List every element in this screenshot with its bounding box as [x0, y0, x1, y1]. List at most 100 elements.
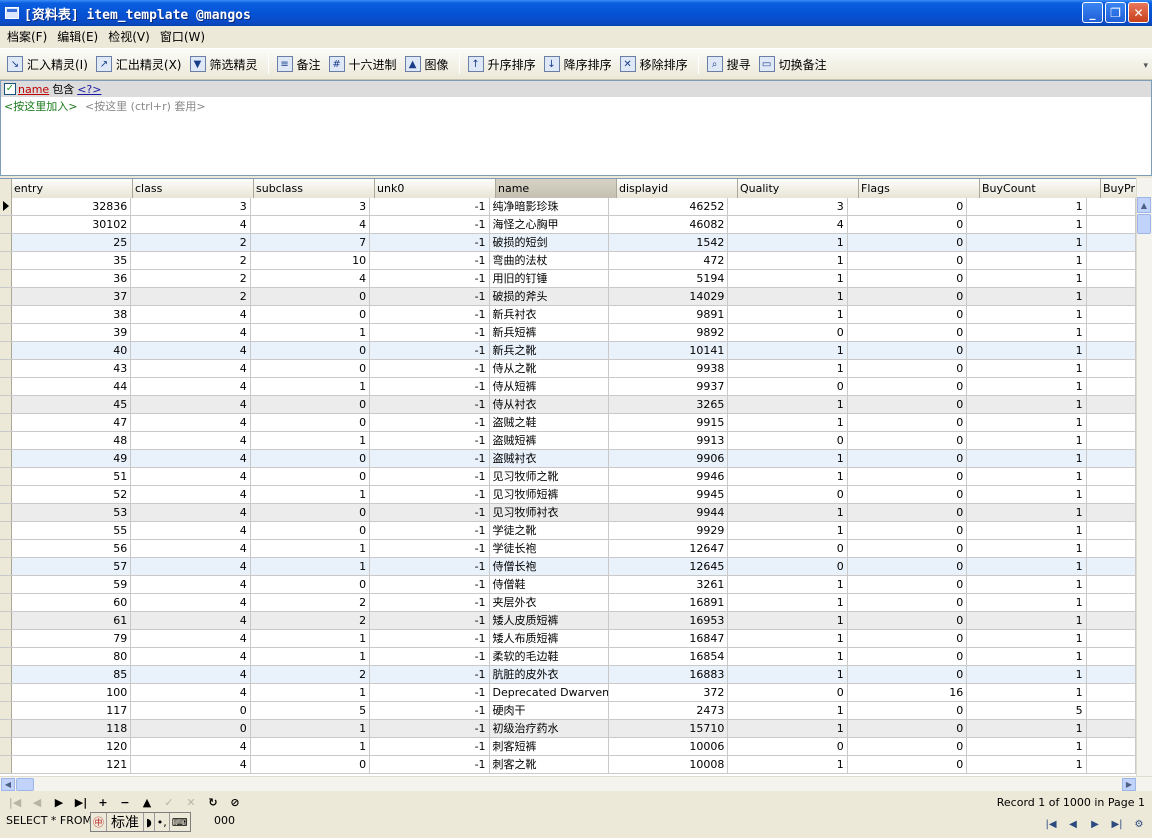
memo-button[interactable]: ≡ 备注	[274, 52, 326, 76]
cell-displayid[interactable]: 9915	[609, 414, 729, 431]
cell-displayid[interactable]: 10006	[609, 738, 729, 755]
cell-name[interactable]: 盗贼之鞋	[490, 414, 609, 431]
cell-quality[interactable]: 0	[728, 378, 848, 395]
cell-displayid[interactable]: 16883	[609, 666, 729, 683]
cell-subclass[interactable]: 0	[251, 522, 371, 539]
cell-entry[interactable]: 40	[12, 342, 132, 359]
row-header[interactable]	[0, 594, 12, 611]
cell-displayid[interactable]: 10008	[609, 756, 729, 773]
sort-ascending-button[interactable]: ↑ 升序排序	[465, 52, 541, 76]
cell-name[interactable]: 见习牧师衬衣	[490, 504, 609, 521]
cell-buycount[interactable]: 1	[967, 738, 1087, 755]
cell-buypri[interactable]	[1087, 450, 1137, 467]
cell-entry[interactable]: 79	[12, 630, 132, 647]
filter-operator[interactable]: 包含	[52, 81, 74, 97]
cell-class[interactable]: 4	[131, 342, 251, 359]
cell-unk0[interactable]: -1	[370, 468, 490, 485]
menu-file[interactable]: 档案(F)	[2, 28, 52, 45]
table-row[interactable]: 120 4 1 -1 刺客短裤 10006 0 0 1	[0, 738, 1137, 756]
cell-displayid[interactable]: 9913	[609, 432, 729, 449]
table-row[interactable]: 37 2 0 -1 破损的斧头 14029 1 0 1	[0, 288, 1137, 306]
cell-buycount[interactable]: 1	[967, 630, 1087, 647]
cell-subclass[interactable]: 0	[251, 288, 371, 305]
cell-unk0[interactable]: -1	[370, 234, 490, 251]
cell-displayid[interactable]: 5194	[609, 270, 729, 287]
row-header[interactable]	[0, 684, 12, 701]
table-row[interactable]: 39 4 1 -1 新兵短裤 9892 0 0 1	[0, 324, 1137, 342]
table-row[interactable]: 117 0 5 -1 硬肉干 2473 1 0 5	[0, 702, 1137, 720]
cell-entry[interactable]: 120	[12, 738, 132, 755]
row-header[interactable]	[0, 612, 12, 629]
cell-name[interactable]: 侍从衬衣	[490, 396, 609, 413]
table-row[interactable]: 121 4 0 -1 刺客之靴 10008 1 0 1	[0, 756, 1137, 774]
cell-buypri[interactable]	[1087, 576, 1137, 593]
horizontal-scrollbar[interactable]: ◀ ▶	[0, 776, 1152, 791]
search-button[interactable]: ⌕ 搜寻	[704, 52, 756, 76]
image-button[interactable]: ▲ 图像	[402, 52, 454, 76]
row-header[interactable]	[0, 702, 12, 719]
cell-class[interactable]: 2	[131, 270, 251, 287]
ime-keyboard-icon[interactable]: ⌨	[170, 813, 190, 831]
cell-flags[interactable]: 0	[848, 486, 968, 503]
cell-buypri[interactable]	[1087, 684, 1137, 701]
cell-displayid[interactable]: 9944	[609, 504, 729, 521]
cell-class[interactable]: 4	[131, 414, 251, 431]
cell-subclass[interactable]: 0	[251, 306, 371, 323]
cell-flags[interactable]: 0	[848, 432, 968, 449]
cell-buycount[interactable]: 1	[967, 522, 1087, 539]
table-row[interactable]: 47 4 0 -1 盗贼之鞋 9915 1 0 1	[0, 414, 1137, 432]
horizontal-scroll-thumb[interactable]	[16, 778, 34, 791]
delete-record-icon[interactable]: −	[114, 793, 136, 811]
cell-quality[interactable]: 0	[728, 486, 848, 503]
cell-buypri[interactable]	[1087, 666, 1137, 683]
cell-class[interactable]: 4	[131, 504, 251, 521]
cell-subclass[interactable]: 0	[251, 576, 371, 593]
cell-quality[interactable]: 3	[728, 198, 848, 215]
table-row[interactable]: 79 4 1 -1 矮人布质短裤 16847 1 0 1	[0, 630, 1137, 648]
cell-class[interactable]: 4	[131, 468, 251, 485]
cell-unk0[interactable]: -1	[370, 486, 490, 503]
cell-displayid[interactable]: 12647	[609, 540, 729, 557]
cell-subclass[interactable]: 1	[251, 738, 371, 755]
cell-unk0[interactable]: -1	[370, 630, 490, 647]
export-wizard-button[interactable]: ↗ 汇出精灵(X)	[93, 52, 187, 76]
cell-entry[interactable]: 118	[12, 720, 132, 737]
cell-class[interactable]: 4	[131, 684, 251, 701]
cell-flags[interactable]: 0	[848, 468, 968, 485]
table-row[interactable]: 80 4 1 -1 柔软的毛边鞋 16854 1 0 1	[0, 648, 1137, 666]
cell-name[interactable]: 见习牧师之靴	[490, 468, 609, 485]
cell-quality[interactable]: 1	[728, 414, 848, 431]
cell-buycount[interactable]: 1	[967, 756, 1087, 773]
cell-subclass[interactable]: 1	[251, 558, 371, 575]
cell-entry[interactable]: 121	[12, 756, 132, 773]
row-header[interactable]	[0, 630, 12, 647]
row-header[interactable]	[0, 396, 12, 413]
cell-entry[interactable]: 30102	[12, 216, 132, 233]
cell-flags[interactable]: 0	[848, 666, 968, 683]
cell-buypri[interactable]	[1087, 756, 1137, 773]
cell-entry[interactable]: 80	[12, 648, 132, 665]
cell-buycount[interactable]: 1	[967, 558, 1087, 575]
cell-buypri[interactable]	[1087, 216, 1137, 233]
cell-subclass[interactable]: 0	[251, 396, 371, 413]
cell-name[interactable]: 破损的斧头	[490, 288, 609, 305]
cell-name[interactable]: 柔软的毛边鞋	[490, 648, 609, 665]
cell-quality[interactable]: 1	[728, 270, 848, 287]
cell-class[interactable]: 0	[131, 702, 251, 719]
cell-buycount[interactable]: 1	[967, 576, 1087, 593]
toggle-memo-button[interactable]: ▭ 切换备注	[756, 52, 832, 76]
table-row[interactable]: 35 2 10 -1 弯曲的法杖 472 1 0 1	[0, 252, 1137, 270]
import-wizard-button[interactable]: ↘ 汇入精灵(I)	[4, 52, 93, 76]
column-header-buycount[interactable]: BuyCount	[980, 179, 1101, 198]
cell-buycount[interactable]: 1	[967, 396, 1087, 413]
cell-quality[interactable]: 1	[728, 306, 848, 323]
refresh-icon[interactable]: ↻	[202, 793, 224, 811]
cell-buycount[interactable]: 1	[967, 432, 1087, 449]
table-row[interactable]: 25 2 7 -1 破损的短剑 1542 1 0 1	[0, 234, 1137, 252]
table-row[interactable]: 51 4 0 -1 见习牧师之靴 9946 1 0 1	[0, 468, 1137, 486]
table-row[interactable]: 48 4 1 -1 盗贼短裤 9913 0 0 1	[0, 432, 1137, 450]
column-header-flags[interactable]: Flags	[859, 179, 980, 198]
vertical-scrollbar[interactable]: ▲	[1136, 178, 1152, 776]
cell-buypri[interactable]	[1087, 648, 1137, 665]
cell-subclass[interactable]: 0	[251, 360, 371, 377]
